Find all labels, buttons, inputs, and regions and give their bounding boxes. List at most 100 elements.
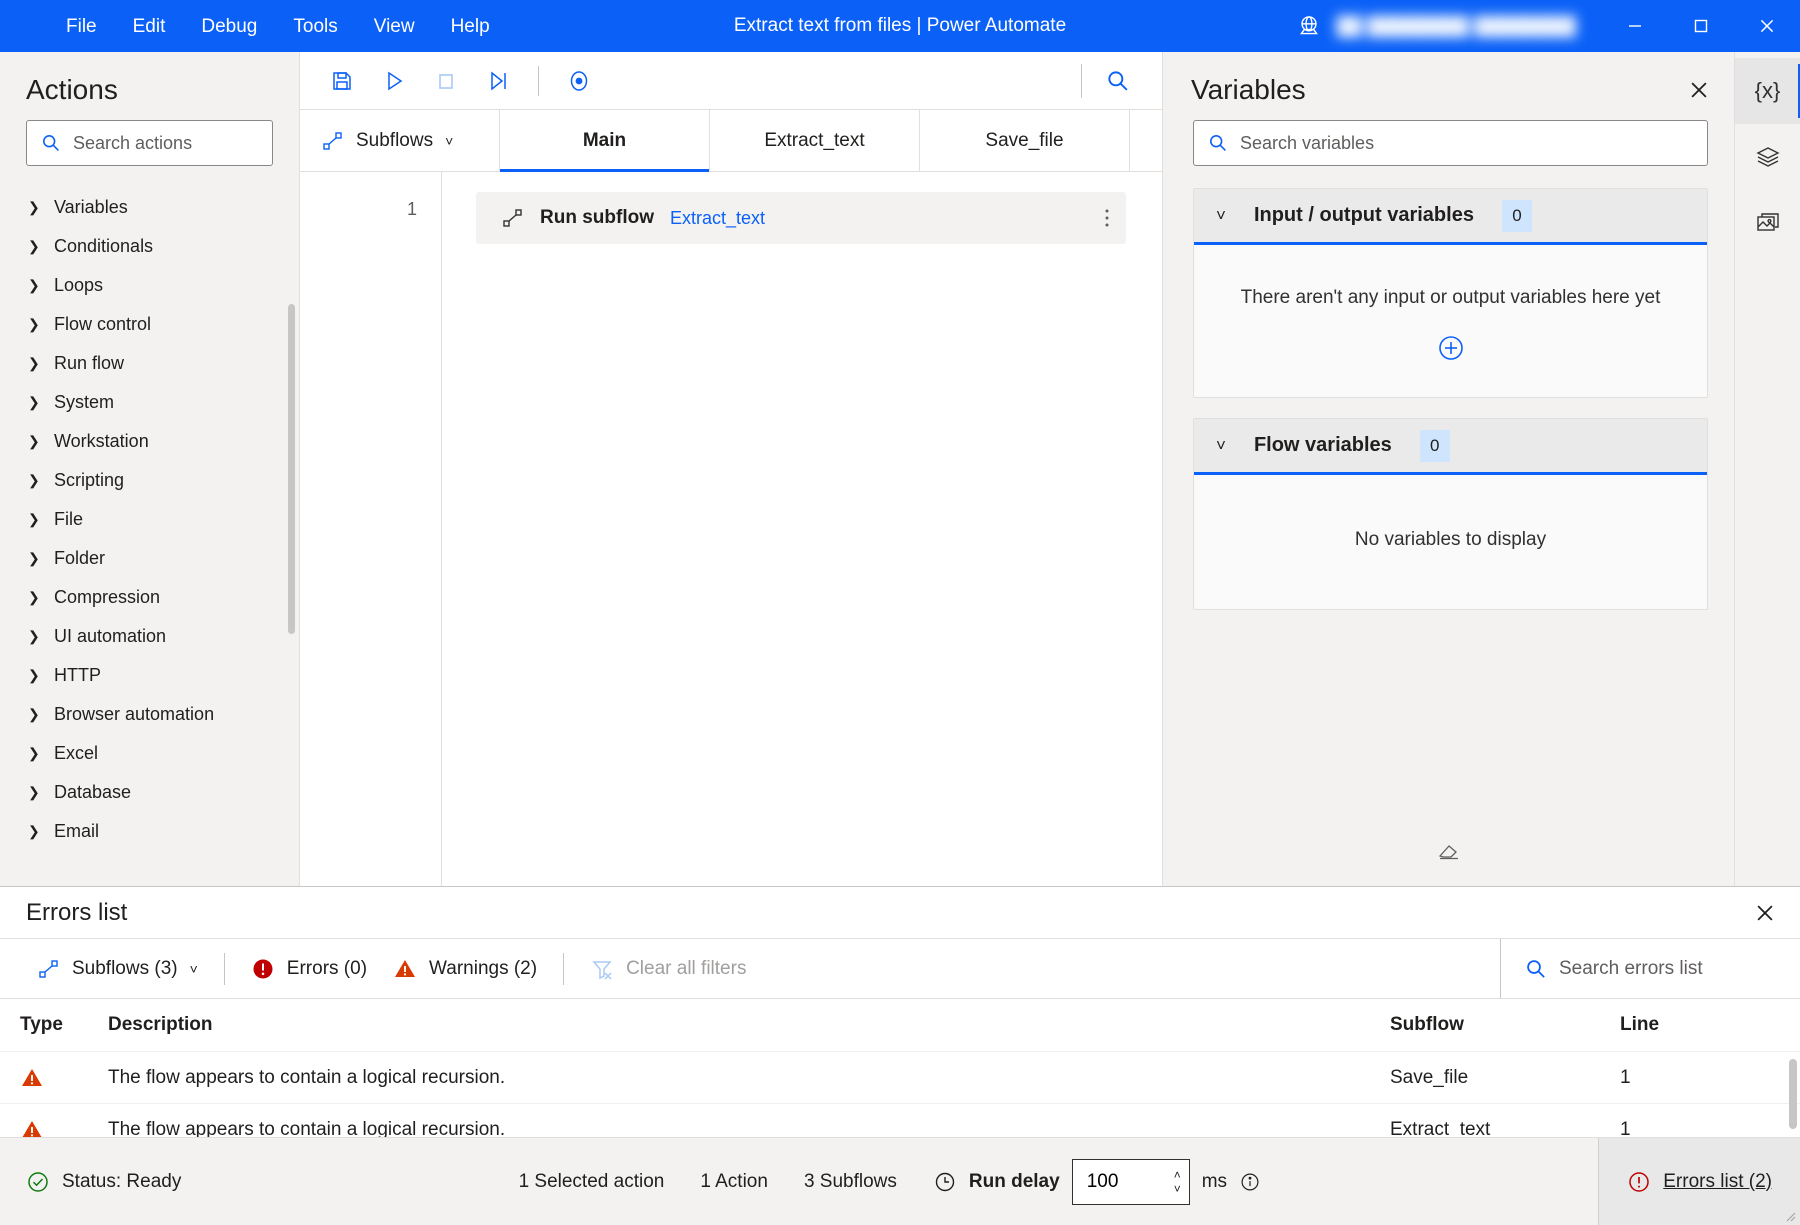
eraser-icon[interactable]	[1163, 838, 1734, 864]
menu-item-edit[interactable]: Edit	[115, 7, 184, 46]
action-group-http[interactable]: ❯ HTTP	[0, 656, 299, 695]
action-group-excel[interactable]: ❯ Excel	[0, 734, 299, 773]
action-group-compression[interactable]: ❯ Compression	[0, 578, 299, 617]
rail-ui-elements-button[interactable]	[1735, 124, 1800, 190]
search-actions-input[interactable]	[73, 132, 258, 154]
main-body: Actions ❯ Variables ❯ Conditionals ❯ Loops …	[0, 52, 1800, 886]
rail-variables-button[interactable]: {x}	[1734, 58, 1800, 124]
flow-search-button[interactable]	[1092, 59, 1144, 103]
action-group-scripting[interactable]: ❯ Scripting	[0, 461, 299, 500]
actions-group-list: ❯ Variables ❯ Conditionals ❯ Loops ❯ Flow co…	[0, 182, 299, 886]
error-subflow: Save_file	[1390, 1066, 1469, 1088]
action-group-file[interactable]: ❯ File	[0, 500, 299, 539]
action-group-folder[interactable]: ❯ Folder	[0, 539, 299, 578]
resize-grip[interactable]	[1782, 1208, 1796, 1222]
action-group-loops[interactable]: ❯ Loops	[0, 266, 299, 305]
action-group-system[interactable]: ❯ System	[0, 383, 299, 422]
save-button[interactable]	[318, 59, 366, 103]
menu-item-debug[interactable]: Debug	[183, 7, 275, 46]
variables-pane-title: Variables	[1191, 74, 1306, 105]
tab-main[interactable]: Main	[500, 110, 710, 172]
filter-errors[interactable]: Errors (0)	[251, 957, 393, 981]
flow-step-run-subflow[interactable]: Run subflow Extract_text	[476, 192, 1126, 244]
image-icon	[1755, 210, 1781, 236]
globe-icon	[1296, 13, 1322, 39]
line-number: 1	[406, 199, 417, 219]
recorder-button[interactable]	[555, 59, 603, 103]
run-delay-input[interactable]	[1086, 1170, 1174, 1193]
search-icon	[1208, 133, 1228, 153]
action-group-conditionals[interactable]: ❯ Conditionals	[0, 227, 299, 266]
column-header-line: Line	[1620, 1014, 1660, 1035]
close-icon[interactable]	[1754, 902, 1776, 924]
tab-label: Main	[582, 129, 627, 151]
maximize-button[interactable]	[1668, 0, 1734, 52]
subflows-dropdown[interactable]: Subflows ˅	[300, 110, 500, 171]
errors-table-scrollbar[interactable]	[1789, 1059, 1797, 1129]
tab-extract-text[interactable]: Extract_text	[710, 110, 920, 171]
run-delay-stepper[interactable]: ˄ ˅	[1071, 1158, 1190, 1205]
chevron-right-icon: ❯	[28, 550, 40, 566]
stepper-arrows[interactable]: ˄ ˅	[1174, 1169, 1181, 1195]
kebab-menu-icon[interactable]	[1104, 206, 1110, 230]
rail-images-button[interactable]	[1735, 190, 1800, 256]
action-group-label: Flow control	[54, 314, 152, 334]
close-icon[interactable]	[1688, 79, 1710, 101]
filter-subflows-label: Subflows (3)	[72, 957, 178, 979]
search-variables-input[interactable]	[1240, 132, 1693, 154]
filter-warnings[interactable]: Warnings (2)	[393, 957, 563, 981]
action-group-workstation[interactable]: ❯ Workstation	[0, 422, 299, 461]
tab-save-file[interactable]: Save_file	[920, 110, 1130, 171]
errors-list-status-link[interactable]: Errors list (2)	[1598, 1137, 1800, 1225]
menu-item-file[interactable]: File	[48, 7, 115, 46]
action-group-ui-automation[interactable]: ❯ UI automation	[0, 617, 299, 656]
toolbar-divider	[563, 952, 565, 985]
flow-variables-header[interactable]: ˅ Flow variables 0	[1194, 419, 1707, 475]
minimize-button[interactable]	[1602, 0, 1668, 52]
add-variable-button[interactable]	[1194, 333, 1707, 363]
action-group-email[interactable]: ❯ Email	[0, 812, 299, 851]
action-group-label: HTTP	[54, 665, 101, 685]
chevron-down-icon[interactable]: ˅	[1216, 436, 1226, 456]
subflows-count: 3 Subflows	[803, 1170, 897, 1192]
input-output-variables-header[interactable]: ˅ Input / output variables 0	[1194, 189, 1707, 245]
run-delay-label: Run delay	[968, 1170, 1060, 1192]
chevron-right-icon: ❯	[28, 355, 40, 371]
menu-item-help[interactable]: Help	[433, 7, 508, 46]
action-group-database[interactable]: ❯ Database	[0, 773, 299, 812]
chevron-right-icon: ❯	[28, 394, 40, 410]
chevron-down-icon: ˅	[189, 960, 198, 977]
action-group-label: Variables	[54, 197, 128, 217]
search-icon	[1106, 69, 1130, 93]
action-group-browser-automation[interactable]: ❯ Browser automation	[0, 695, 299, 734]
action-group-label: Scripting	[54, 470, 125, 490]
chevron-down-icon[interactable]: ˅	[1216, 206, 1226, 226]
action-group-run-flow[interactable]: ❯ Run flow	[0, 344, 299, 383]
run-delay-control: Run delay ˄ ˅ ms	[933, 1158, 1261, 1205]
stop-button[interactable]	[422, 59, 470, 103]
close-button[interactable]	[1734, 0, 1800, 52]
run-button[interactable]	[370, 59, 418, 103]
menu-item-tools[interactable]: Tools	[275, 7, 355, 46]
run-next-action-button[interactable]	[474, 59, 522, 103]
errors-search-box[interactable]: Search errors list	[1500, 939, 1800, 998]
chevron-down-icon[interactable]: ˅	[1174, 1183, 1181, 1195]
info-circle-icon[interactable]	[1239, 1171, 1261, 1193]
table-row[interactable]: The flow appears to contain a logical re…	[0, 1051, 1800, 1103]
environment-indicator[interactable]: ██ ████████ ████████	[1296, 13, 1602, 39]
actions-search-box[interactable]	[26, 120, 273, 166]
tab-label: Save_file	[985, 129, 1064, 151]
subflow-icon	[38, 958, 60, 980]
empty-message: No variables to display	[1354, 529, 1547, 550]
clock-icon	[933, 1170, 957, 1194]
action-group-variables[interactable]: ❯ Variables	[0, 188, 299, 227]
table-row[interactable]: The flow appears to contain a logical re…	[0, 1103, 1800, 1137]
actions-scrollbar[interactable]	[288, 304, 295, 634]
clear-all-filters-button[interactable]: Clear all filters	[590, 957, 772, 981]
variables-search-box[interactable]	[1193, 120, 1708, 166]
action-group-flow-control[interactable]: ❯ Flow control	[0, 305, 299, 344]
chevron-up-icon[interactable]: ˄	[1174, 1169, 1181, 1181]
warning-triangle-icon	[393, 957, 417, 981]
menu-item-view[interactable]: View	[356, 7, 433, 46]
filter-subflows[interactable]: Subflows (3) ˅	[38, 958, 224, 980]
